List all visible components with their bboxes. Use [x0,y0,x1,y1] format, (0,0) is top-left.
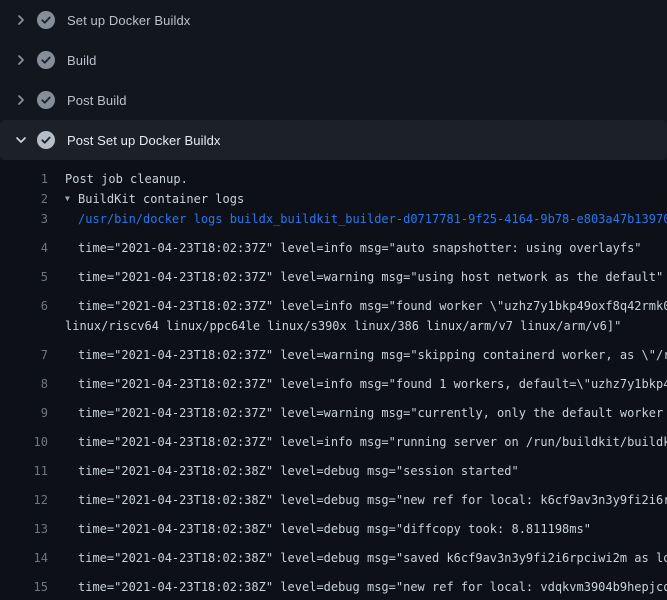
log-line-number[interactable]: 3 [0,209,48,229]
group-collapse-triangle-icon[interactable]: ▼ [65,189,78,209]
log-line-number[interactable]: 2 [0,189,48,209]
log-line-number[interactable]: 6 [0,296,48,316]
log-line-number[interactable]: 7 [0,345,48,365]
log-line-text: /usr/bin/docker logs buildx_buildkit_bui… [78,209,667,229]
step-label: Post Build [67,93,127,108]
step-row-build[interactable]: Build [0,40,667,80]
log-line: 9 time="2021-04-23T18:02:37Z" level=warni… [0,394,667,423]
step-label: Post Set up Docker Buildx [67,133,221,148]
log-line-text: time="2021-04-23T18:02:37Z" level=warnin… [78,403,667,423]
log-line-number[interactable]: 11 [0,461,48,481]
step-label: Build [67,53,96,68]
log-line: 13 time="2021-04-23T18:02:38Z" level=debu… [0,510,667,539]
log-line-number[interactable]: 5 [0,267,48,287]
log-line-text: time="2021-04-23T18:02:37Z" level=info m… [78,432,667,452]
log-line-number [0,316,48,336]
log-line-text: time="2021-04-23T18:02:38Z" level=debug … [78,461,519,481]
log-line-text: time="2021-04-23T18:02:37Z" level=warnin… [78,267,663,287]
log-line-number[interactable]: 14 [0,548,48,568]
log-line: 2 ▼BuildKit container logs [0,189,667,209]
log-line-text: time="2021-04-23T18:02:37Z" level=info m… [78,374,667,394]
log-line: 14 time="2021-04-23T18:02:38Z" level=debu… [0,539,667,568]
check-circle-icon [36,50,56,70]
step-label: Set up Docker Buildx [67,13,190,28]
log-line-text: time="2021-04-23T18:02:37Z" level=info m… [78,296,667,316]
log-line: 3/usr/bin/docker logs buildx_buildkit_bu… [0,209,667,229]
step-row-set-up-docker-buildx[interactable]: Set up Docker Buildx [0,0,667,40]
step-row-post-build[interactable]: Post Build [0,80,667,120]
chevron-down-icon [13,132,29,148]
log-line-text: Post job cleanup. [65,169,188,189]
check-circle-icon [36,90,56,110]
steps-list: Set up Docker Buildx Build Post Build [0,0,667,160]
log-line-number[interactable]: 13 [0,519,48,539]
log-line-number[interactable]: 4 [0,238,48,258]
log-line-text: time="2021-04-23T18:02:38Z" level=debug … [78,490,667,510]
chevron-right-icon [13,12,29,28]
log-line-number[interactable]: 8 [0,374,48,394]
check-circle-icon [36,10,56,30]
chevron-right-icon [13,52,29,68]
log-line-text: BuildKit container logs [78,189,244,209]
log-line: 4 time="2021-04-23T18:02:37Z" level=info … [0,229,667,258]
actions-log-viewer: Set up Docker Buildx Build Post Build [0,0,667,600]
log-line-number[interactable]: 10 [0,432,48,452]
log-line: 6 time="2021-04-23T18:02:37Z" level=info … [0,287,667,316]
check-circle-icon [36,130,56,150]
log-line: linux/riscv64 linux/ppc64le linux/s390x … [0,316,667,336]
log-line: 10 time="2021-04-23T18:02:37Z" level=info… [0,423,667,452]
log-line: 12 time="2021-04-23T18:02:38Z" level=debu… [0,481,667,510]
log-line-number[interactable]: 12 [0,490,48,510]
log-line-text: time="2021-04-23T18:02:38Z" level=debug … [78,519,591,539]
log-line-text: time="2021-04-23T18:02:37Z" level=info m… [78,238,642,258]
log-line-number[interactable]: 9 [0,403,48,423]
chevron-right-icon [13,92,29,108]
log-line: 1 Post job cleanup. [0,169,667,189]
log-line-text: time="2021-04-23T18:02:38Z" level=debug … [78,577,667,597]
log-lines: 1 Post job cleanup. 2 ▼BuildKit container l… [0,160,667,600]
log-line-text: linux/riscv64 linux/ppc64le linux/s390x … [65,316,621,336]
log-line: 5 time="2021-04-23T18:02:37Z" level=warni… [0,258,667,287]
log-line-number[interactable]: 1 [0,169,48,189]
log-line: 7 time="2021-04-23T18:02:37Z" level=warni… [0,336,667,365]
log-line-text: time="2021-04-23T18:02:38Z" level=debug … [78,548,667,568]
log-line-number[interactable]: 15 [0,577,48,597]
log-line: 11 time="2021-04-23T18:02:38Z" level=debu… [0,452,667,481]
log-line: 8 time="2021-04-23T18:02:37Z" level=info … [0,365,667,394]
log-line: 15 time="2021-04-23T18:02:38Z" level=debu… [0,568,667,597]
log-line-text: time="2021-04-23T18:02:37Z" level=warnin… [78,345,667,365]
step-row-post-set-up-docker-buildx[interactable]: Post Set up Docker Buildx [0,120,667,160]
